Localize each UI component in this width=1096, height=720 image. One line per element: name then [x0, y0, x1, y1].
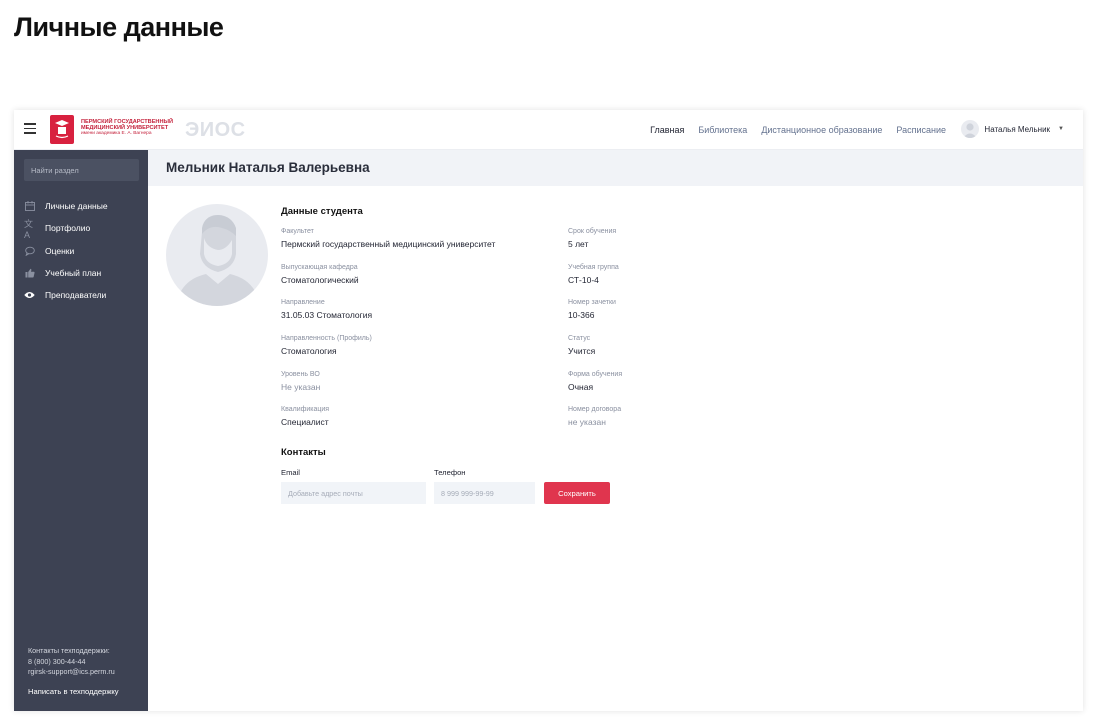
app-window: ПЕРМСКИЙ ГОСУДАРСТВЕННЫЙ МЕДИЦИНСКИЙ УНИ…	[14, 110, 1083, 711]
support-email: rgirsk-support@ics.perm.ru	[28, 667, 115, 676]
sidebar-item-label: Преподаватели	[45, 290, 107, 301]
field-contract-number: Номер договора не указан	[568, 406, 621, 427]
phone-label: Телефон	[434, 468, 466, 477]
field-label: Факультет	[281, 228, 314, 235]
page-heading: Личные данные	[14, 12, 224, 42]
field-value: Стоматология	[281, 346, 337, 356]
field-study-duration: Срок обучения 5 лет	[568, 228, 616, 249]
sidebar-item-label: Портфолио	[45, 223, 91, 234]
field-value: Специалист	[281, 417, 329, 427]
chat-bubble-icon	[24, 245, 35, 256]
user-name: Наталья Мельник	[984, 124, 1051, 134]
field-value: Очная	[568, 382, 594, 392]
field-education-level: Уровень ВО Не указан	[281, 371, 320, 392]
field-value: Не указан	[281, 382, 321, 392]
sidebar-item-label: Учебный план	[45, 268, 102, 279]
contacts-title: Контакты	[281, 447, 326, 458]
nav-schedule[interactable]: Расписание	[896, 125, 946, 135]
field-label: Номер зачетки	[568, 299, 616, 306]
sidebar-search-input[interactable]	[24, 159, 139, 181]
university-name-line3: имени академика Е. А. Вагнера	[81, 131, 152, 136]
field-value: 10-366	[568, 310, 595, 320]
sidebar-item-study-plan[interactable]: Учебный план	[14, 262, 148, 284]
support-title: Контакты техподдержки:	[28, 646, 110, 655]
field-label: Квалификация	[281, 406, 330, 413]
nav-home[interactable]: Главная	[650, 125, 684, 135]
student-full-name: Мельник Наталья Валерьевна	[166, 160, 370, 175]
profile-header: Мельник Наталья Валерьевна	[148, 150, 1083, 186]
field-label: Уровень ВО	[281, 371, 320, 378]
sidebar-menu: Личные данные 文A Портфолио Оценки Учебны…	[14, 195, 148, 306]
sidebar-item-portfolio[interactable]: 文A Портфолио	[14, 217, 148, 240]
eye-icon	[24, 290, 35, 301]
app-name: ЭИОС	[185, 119, 246, 141]
phone-field[interactable]	[434, 482, 535, 504]
field-value: СТ-10-4	[568, 275, 599, 285]
field-status: Статус Учится	[568, 335, 595, 356]
email-label: Email	[281, 468, 300, 477]
save-button[interactable]: Сохранить	[544, 482, 610, 504]
field-value: не указан	[568, 417, 606, 427]
user-menu[interactable]: Наталья Мельник ▼	[961, 120, 1064, 138]
email-field[interactable]	[281, 482, 426, 504]
user-avatar	[961, 120, 980, 138]
menu-burger-icon[interactable]	[24, 123, 36, 135]
nav-distance-learning[interactable]: Дистанционное образование	[761, 125, 882, 135]
support-phone: 8 (800) 300-44-44	[28, 656, 86, 666]
top-bar: ПЕРМСКИЙ ГОСУДАРСТВЕННЫЙ МЕДИЦИНСКИЙ УНИ…	[14, 110, 1083, 150]
field-qualification: Квалификация Специалист	[281, 406, 329, 427]
field-label: Срок обучения	[568, 228, 617, 235]
caret-down-icon: ▼	[1058, 126, 1064, 132]
support-contacts: Контакты техподдержки: 8 (800) 300-44-44…	[28, 646, 115, 678]
field-value: 31.05.03 Стоматология	[281, 310, 373, 320]
translate-icon: 文A	[24, 218, 34, 240]
field-label: Форма обучения	[568, 371, 623, 378]
field-record-book-number: Номер зачетки 10-366	[568, 299, 616, 320]
field-label: Статус	[568, 335, 591, 342]
field-label: Направление	[281, 299, 325, 306]
field-study-group: Учебная группа СТ-10-4	[568, 264, 619, 285]
field-profile: Направленность (Профиль) Стоматология	[281, 335, 372, 356]
sidebar: Личные данные 文A Портфолио Оценки Учебны…	[14, 150, 148, 711]
field-value: Пермский государственный медицинский уни…	[281, 239, 496, 249]
field-department: Выпускающая кафедра Стоматологический	[281, 264, 359, 285]
field-value: Стоматологический	[281, 275, 359, 285]
field-label: Выпускающая кафедра	[281, 264, 358, 271]
sidebar-item-label: Оценки	[45, 245, 75, 256]
field-direction: Направление 31.05.03 Стоматология	[281, 299, 372, 320]
university-logo[interactable]	[50, 115, 74, 144]
field-value: 5 лет	[568, 239, 589, 249]
top-nav: Главная Библиотека Дистанционное образов…	[650, 125, 946, 135]
field-label: Номер договора	[568, 406, 622, 413]
calendar-icon	[24, 201, 35, 212]
field-value: Учится	[568, 346, 596, 356]
field-faculty: Факультет Пермский государственный медиц…	[281, 228, 495, 249]
field-label: Учебная группа	[568, 264, 619, 271]
sidebar-item-grades[interactable]: Оценки	[14, 240, 148, 262]
write-support-link[interactable]: Написать в техподдержку	[28, 687, 119, 696]
university-name: ПЕРМСКИЙ ГОСУДАРСТВЕННЫЙ МЕДИЦИНСКИЙ УНИ…	[81, 119, 173, 137]
sidebar-item-personal-data[interactable]: Личные данные	[14, 195, 148, 217]
field-label: Направленность (Профиль)	[281, 335, 372, 342]
thumbs-up-icon	[24, 268, 35, 279]
student-avatar	[166, 204, 268, 306]
nav-library[interactable]: Библиотека	[698, 125, 747, 135]
student-data-title: Данные студента	[281, 206, 363, 217]
sidebar-item-teachers[interactable]: Преподаватели	[14, 284, 148, 306]
sidebar-item-label: Личные данные	[45, 201, 108, 212]
field-study-form: Форма обучения Очная	[568, 371, 622, 392]
